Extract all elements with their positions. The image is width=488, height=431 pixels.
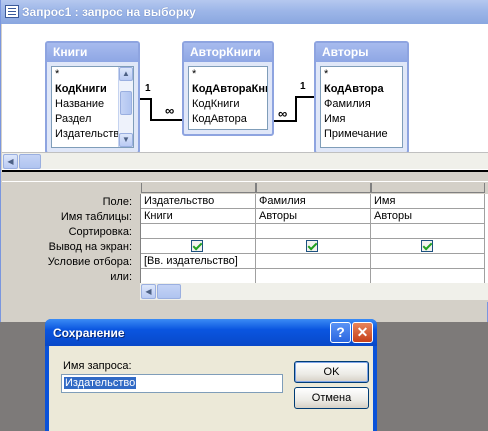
grid-cell-show[interactable] [256, 239, 371, 254]
show-checkbox[interactable] [421, 240, 433, 252]
help-icon[interactable]: ? [330, 322, 351, 343]
diagram-horizontal-scrollbar[interactable]: ◀ [2, 152, 488, 169]
grid-cell-table[interactable]: Авторы [256, 209, 371, 224]
relation-line[interactable] [150, 119, 182, 121]
relation-one-label: 1 [145, 83, 151, 94]
field-item[interactable]: * [189, 67, 267, 82]
relation-line[interactable] [140, 98, 150, 100]
field-list: * КодАвтораКниг КодКниги КодАвтора [188, 66, 268, 130]
relation-many-label: ∞ [278, 106, 288, 121]
grid-cell-criteria[interactable] [256, 254, 371, 269]
grid-row-label-sort: Сортировка: [68, 226, 132, 238]
grid-cell-criteria[interactable]: [Вв. издательство] [141, 254, 256, 269]
column-selector[interactable] [371, 183, 485, 193]
query-window-titlebar[interactable]: Запрос1 : запрос на выборку [1, 0, 488, 24]
grid-cell-sort[interactable] [371, 224, 485, 239]
query-window: Запрос1 : запрос на выборку Книги * КодК… [0, 0, 488, 322]
field-item[interactable]: Примечание [321, 127, 402, 142]
close-icon[interactable]: ✕ [352, 322, 373, 343]
field-item[interactable]: КодАвтора [189, 112, 267, 127]
grid-cell-field[interactable]: Издательство [141, 194, 256, 209]
grid-row-label-table: Имя таблицы: [60, 211, 132, 223]
scroll-down-icon[interactable]: ▼ [119, 133, 133, 147]
show-checkbox[interactable] [191, 240, 203, 252]
table-box-title[interactable]: АвторКниги [184, 43, 272, 62]
grid-row-label-show: Вывод на экран: [48, 241, 132, 253]
grid-cell-criteria[interactable] [371, 254, 485, 269]
grid-cell-table[interactable]: Книги [141, 209, 256, 224]
field-item[interactable]: Фамилия [321, 97, 402, 112]
save-dialog: Сохранение ? ✕ Имя запроса: Издательство… [45, 319, 377, 431]
pane-splitter[interactable] [2, 170, 488, 182]
query-window-icon [5, 5, 19, 18]
field-item[interactable]: * [321, 67, 402, 82]
column-selector[interactable] [256, 183, 371, 193]
table-box-avtorknigi[interactable]: АвторКниги * КодАвтораКниг КодКниги КодА… [182, 41, 274, 136]
table-diagram-pane: Книги * КодКниги Название Раздел Издател… [2, 24, 488, 170]
grid-cell-show[interactable] [371, 239, 485, 254]
scroll-thumb[interactable] [120, 91, 132, 115]
grid-row-label-criteria: Условие отбора: [47, 256, 132, 268]
grid-cell-sort[interactable] [141, 224, 256, 239]
ok-button[interactable]: OK [294, 361, 369, 383]
scroll-left-icon[interactable]: ◀ [3, 154, 18, 169]
table-box-title[interactable]: Авторы [316, 43, 407, 62]
query-name-label: Имя запроса: [63, 360, 132, 372]
save-dialog-body: Имя запроса: Издательство OK Отмена [49, 346, 373, 431]
grid-cell-or[interactable] [256, 269, 371, 284]
relation-line[interactable] [295, 96, 314, 98]
scroll-thumb[interactable] [19, 154, 41, 169]
cancel-button[interactable]: Отмена [294, 387, 369, 409]
grid-horizontal-scrollbar[interactable]: ◀ [140, 283, 488, 300]
grid-row-label-or: или: [110, 271, 132, 283]
table-box-title[interactable]: Книги [47, 43, 138, 62]
show-checkbox[interactable] [306, 240, 318, 252]
table-box-avtory[interactable]: Авторы * КодАвтора Фамилия Имя Примечани… [314, 41, 409, 154]
query-window-title: Запрос1 : запрос на выборку [22, 5, 196, 19]
scroll-thumb[interactable] [157, 284, 181, 299]
scroll-left-icon[interactable]: ◀ [141, 284, 156, 299]
field-list-scrollbar[interactable]: ▲ ▼ [118, 67, 133, 147]
field-item-primary-key[interactable]: КодАвтора [321, 82, 402, 97]
save-dialog-titlebar[interactable]: Сохранение ? ✕ [45, 319, 377, 346]
relation-line[interactable] [295, 96, 297, 122]
grid-cell-field[interactable]: Фамилия [256, 194, 371, 209]
grid-cell-field[interactable]: Имя [371, 194, 485, 209]
save-dialog-title: Сохранение [53, 326, 125, 340]
table-box-knigi[interactable]: Книги * КодКниги Название Раздел Издател… [45, 41, 140, 154]
field-item-primary-key[interactable]: КодАвтораКниг [189, 82, 267, 97]
field-list: * КодКниги Название Раздел Издательство … [51, 66, 134, 148]
relation-many-label: ∞ [165, 103, 175, 118]
column-selector[interactable] [141, 183, 256, 193]
relation-line[interactable] [150, 98, 152, 120]
field-item[interactable]: Имя [321, 112, 402, 127]
field-list: * КодАвтора Фамилия Имя Примечание [320, 66, 403, 148]
scroll-up-icon[interactable]: ▲ [119, 67, 133, 81]
relation-one-label: 1 [300, 81, 306, 92]
field-item[interactable]: КодКниги [189, 97, 267, 112]
grid-cell-show[interactable] [141, 239, 256, 254]
grid-cell-or[interactable] [371, 269, 485, 284]
query-design-grid: Поле: Имя таблицы: Сортировка: Вывод на … [2, 182, 488, 302]
query-name-input[interactable]: Издательство [61, 374, 283, 393]
grid-row-label-field: Поле: [102, 196, 132, 208]
grid-cell-table[interactable]: Авторы [371, 209, 485, 224]
grid-cell-sort[interactable] [256, 224, 371, 239]
grid-cell-or[interactable] [141, 269, 256, 284]
query-name-value[interactable]: Издательство [64, 377, 137, 389]
